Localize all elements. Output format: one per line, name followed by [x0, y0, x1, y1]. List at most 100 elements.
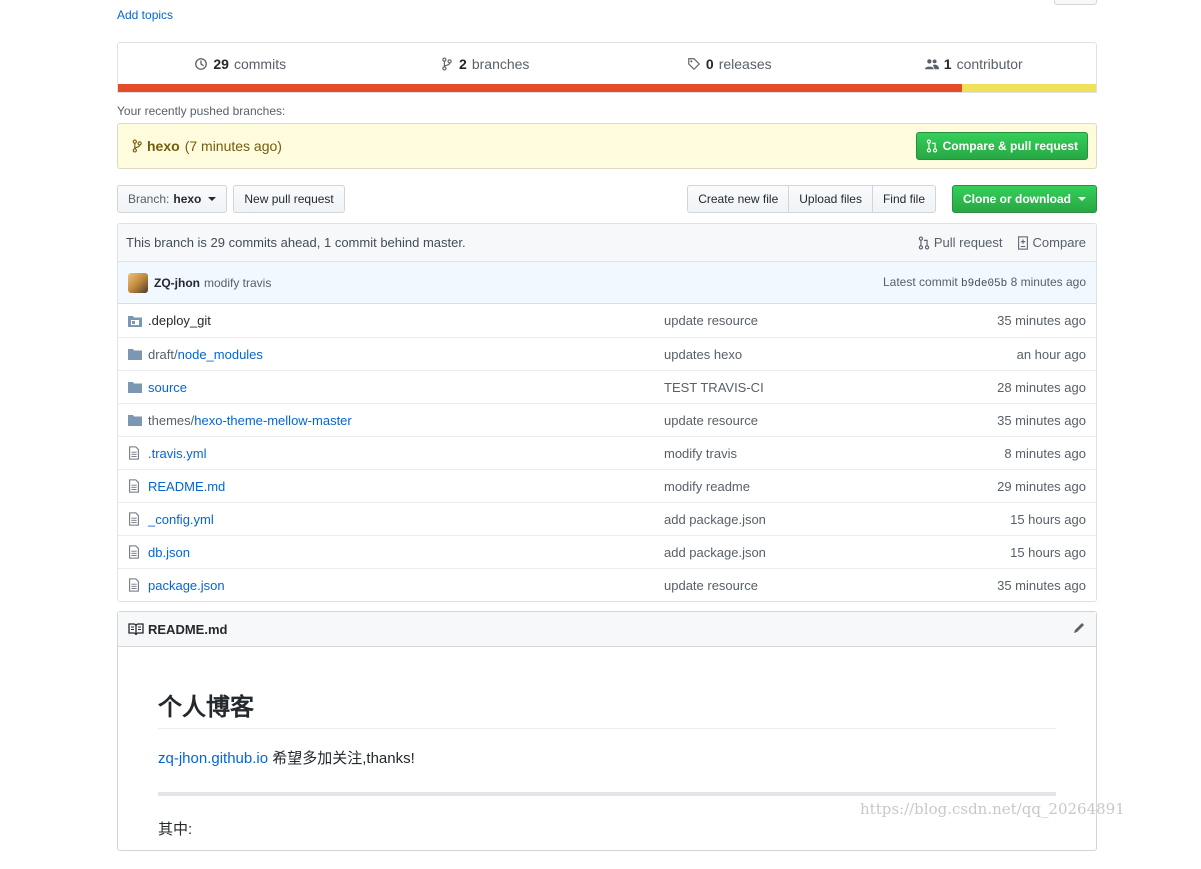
commits-label: commits — [233, 55, 287, 72]
commit-message[interactable]: modify travis — [204, 276, 271, 290]
contributors-count: 1 — [943, 55, 952, 72]
file-name-cell: .travis.yml — [148, 446, 664, 461]
file-icon — [128, 446, 144, 460]
folder-icon — [128, 414, 144, 426]
branch-select-button[interactable]: Branch: hexo — [117, 185, 228, 213]
history-icon — [195, 57, 208, 70]
latest-commit-info: Latest commit b9de05b 8 minutes ago — [883, 275, 1086, 290]
numbers-summary: 29 commits 2 branches 0 releases 1 contr… — [117, 42, 1097, 93]
language-bar[interactable] — [118, 84, 1096, 92]
branch-select-prefix: Branch: — [128, 192, 170, 206]
file-path-prefix[interactable]: themes/ — [148, 413, 194, 428]
commit-sha[interactable]: b9de05b — [961, 278, 1007, 290]
file-name-link[interactable]: db.json — [148, 545, 190, 560]
file-name-link[interactable]: .deploy_git — [148, 313, 211, 328]
file-name-link[interactable]: .travis.yml — [148, 446, 207, 461]
readme-paragraph: zq-jhon.github.io 希望多加关注,thanks! — [158, 747, 1056, 768]
file-commit-age: 35 minutes ago — [997, 577, 1086, 593]
author-avatar[interactable] — [128, 272, 148, 293]
file-row: db.json add package.json 15 hours ago — [118, 535, 1096, 568]
caret-down-icon — [208, 197, 217, 201]
branch-status-text: This branch is 29 commits ahead, 1 commi… — [126, 235, 466, 250]
folder-icon — [128, 348, 144, 360]
book-icon — [128, 623, 144, 636]
file-commit-age: 35 minutes ago — [997, 412, 1086, 428]
pull-request-link[interactable]: Pull request — [918, 235, 1003, 250]
file-name-cell: db.json — [148, 545, 664, 560]
readme-tagline: 希望多加关注,thanks! — [268, 750, 415, 767]
compare-pull-request-button[interactable]: Compare & pull request — [915, 132, 1088, 160]
file-name-cell: .deploy_git — [148, 313, 664, 328]
branches-link[interactable]: 2 branches — [363, 56, 608, 72]
file-commit-age: an hour ago — [1016, 346, 1086, 362]
file-row: _config.yml add package.json 15 hours ago — [118, 502, 1096, 535]
file-commit-message[interactable]: modify travis — [664, 446, 1004, 461]
pencil-icon[interactable] — [1072, 621, 1086, 638]
watermark-text: https://blog.csdn.net/qq_20264891 — [860, 800, 1125, 818]
blog-link[interactable]: zq-jhon.github.io — [158, 750, 268, 767]
submodule-folder-icon — [128, 315, 144, 327]
file-name-link[interactable]: README.md — [148, 479, 225, 494]
readme-heading: 个人博客 — [158, 687, 1056, 729]
folder-icon — [128, 381, 144, 393]
caret-down-icon — [1078, 197, 1086, 201]
new-pull-request-button[interactable]: New pull request — [233, 185, 345, 213]
file-actions-group: Create new file Upload files Find file — [687, 185, 936, 213]
file-name-cell: package.json — [148, 578, 664, 593]
pull-request-icon — [926, 139, 937, 153]
file-commit-message[interactable]: TEST TRAVIS-CI — [664, 380, 997, 395]
file-name-cell: README.md — [148, 479, 664, 494]
tag-icon — [688, 57, 700, 70]
compare-link[interactable]: Compare — [1017, 235, 1086, 250]
file-commit-message[interactable]: update resource — [664, 413, 997, 428]
compare-pull-request-label: Compare & pull request — [942, 139, 1078, 153]
branch-status-bar: This branch is 29 commits ahead, 1 commi… — [118, 224, 1096, 262]
file-row: source TEST TRAVIS-CI 28 minutes ago — [118, 370, 1096, 403]
readme-next-text: 其中: — [158, 821, 193, 838]
upload-files-button[interactable]: Upload files — [788, 185, 873, 213]
pull-request-icon — [918, 235, 930, 250]
pull-request-label: Pull request — [933, 235, 1003, 250]
commit-time: 8 minutes ago — [1010, 275, 1086, 289]
file-commit-message[interactable]: modify readme — [664, 479, 997, 494]
file-commit-message[interactable]: update resource — [664, 313, 997, 328]
file-row: README.md modify readme 29 minutes ago — [118, 469, 1096, 502]
commits-link[interactable]: 29 commits — [118, 56, 363, 72]
compare-label: Compare — [1032, 235, 1086, 250]
file-list: .deploy_git update resource 35 minutes ago… — [118, 304, 1096, 601]
contributors-link[interactable]: 1 contributor — [852, 56, 1097, 72]
watch-button-stub[interactable] — [1054, 0, 1097, 5]
recent-branch-info: hexo (7 minutes ago) — [132, 138, 282, 154]
file-row: package.json update resource 35 minutes ag… — [118, 568, 1096, 601]
file-commit-age: 15 hours ago — [1010, 544, 1086, 560]
file-commit-age: 8 minutes ago — [1004, 445, 1086, 461]
clone-download-button[interactable]: Clone or download — [952, 185, 1097, 213]
file-browser: This branch is 29 commits ahead, 1 commi… — [117, 223, 1097, 602]
commit-author[interactable]: ZQ-jhon — [154, 276, 200, 290]
file-commit-message[interactable]: add package.json — [664, 545, 1010, 560]
recent-branch-name[interactable]: hexo — [147, 138, 180, 154]
file-row: .travis.yml modify travis 8 minutes ago — [118, 436, 1096, 469]
file-icon — [128, 479, 144, 493]
file-name-link[interactable]: source — [148, 380, 187, 395]
file-row: draft/node_modules updates hexo an hour ag… — [118, 337, 1096, 370]
readme-content: 个人博客 zq-jhon.github.io 希望多加关注,thanks! 其中… — [118, 647, 1096, 869]
file-row: themes/hexo-theme-mellow-master update re… — [118, 403, 1096, 436]
find-file-button[interactable]: Find file — [871, 185, 936, 213]
file-commit-message[interactable]: update resource — [664, 578, 997, 593]
latest-commit-bar: ZQ-jhon modify travis Latest commit b9de… — [118, 262, 1096, 304]
file-name-link[interactable]: node_modules — [178, 347, 263, 362]
file-name-link[interactable]: _config.yml — [148, 512, 214, 527]
file-commit-age: 29 minutes ago — [997, 478, 1086, 494]
file-name-link[interactable]: hexo-theme-mellow-master — [194, 413, 352, 428]
file-commit-message[interactable]: add package.json — [664, 512, 1010, 527]
file-icon — [128, 512, 144, 526]
file-commit-message[interactable]: updates hexo — [664, 347, 1017, 362]
file-name-cell: draft/node_modules — [148, 347, 664, 362]
language-segment-html — [118, 84, 962, 92]
file-name-link[interactable]: package.json — [148, 578, 225, 593]
releases-link[interactable]: 0 releases — [607, 56, 852, 72]
create-new-file-button[interactable]: Create new file — [687, 185, 790, 213]
add-topics-link[interactable]: Add topics — [117, 8, 173, 22]
file-path-prefix[interactable]: draft/ — [148, 347, 178, 362]
